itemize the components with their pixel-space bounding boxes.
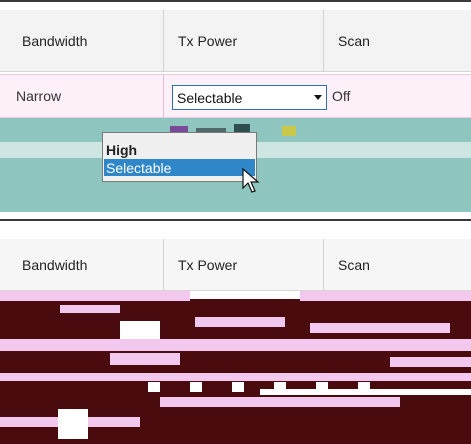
column-header-bandwidth[interactable]: Bandwidth (0, 10, 164, 71)
render-artifact (148, 382, 160, 392)
dropdown-option-selectable[interactable]: Selectable (104, 159, 255, 176)
render-artifact (110, 353, 180, 365)
render-artifact (190, 382, 202, 392)
render-artifact (0, 373, 471, 381)
scan-cell[interactable]: Off (324, 75, 350, 117)
grid-header: Bandwidth Tx Power Scan (0, 239, 471, 291)
render-artifact (310, 323, 450, 333)
render-artifact (390, 357, 471, 367)
grid-header: Bandwidth Tx Power Scan (0, 10, 471, 72)
render-artifact (60, 305, 120, 313)
tx-power-selected-value: Selectable (177, 89, 243, 106)
dropdown-option-high[interactable]: High (104, 141, 255, 158)
column-header-scan[interactable]: Scan (324, 10, 471, 71)
bandwidth-cell[interactable]: Narrow (0, 75, 164, 117)
tx-power-combobox[interactable]: Selectable (172, 85, 327, 110)
render-artifact (195, 317, 285, 327)
render-artifact (0, 339, 471, 351)
column-header-bandwidth[interactable]: Bandwidth (0, 239, 164, 290)
render-artifact (120, 321, 160, 339)
render-artifact (260, 389, 471, 395)
mouse-pointer-icon (242, 168, 260, 193)
render-artifact (282, 126, 296, 136)
tx-power-dropdown-list: High Selectable (102, 132, 257, 182)
render-artifact (160, 397, 400, 407)
render-artifact (300, 291, 471, 301)
chevron-down-icon[interactable] (314, 95, 322, 100)
render-artifact (0, 291, 190, 301)
bottom-settings-grid: Bandwidth Tx Power Scan (0, 219, 471, 444)
column-header-scan[interactable]: Scan (324, 239, 471, 290)
render-artifact (232, 382, 244, 392)
render-artifact (58, 409, 88, 439)
top-settings-grid: Bandwidth Tx Power Scan Narrow Off Selec… (0, 0, 471, 213)
column-header-tx-power[interactable]: Tx Power (164, 10, 324, 71)
column-header-tx-power[interactable]: Tx Power (164, 239, 324, 290)
